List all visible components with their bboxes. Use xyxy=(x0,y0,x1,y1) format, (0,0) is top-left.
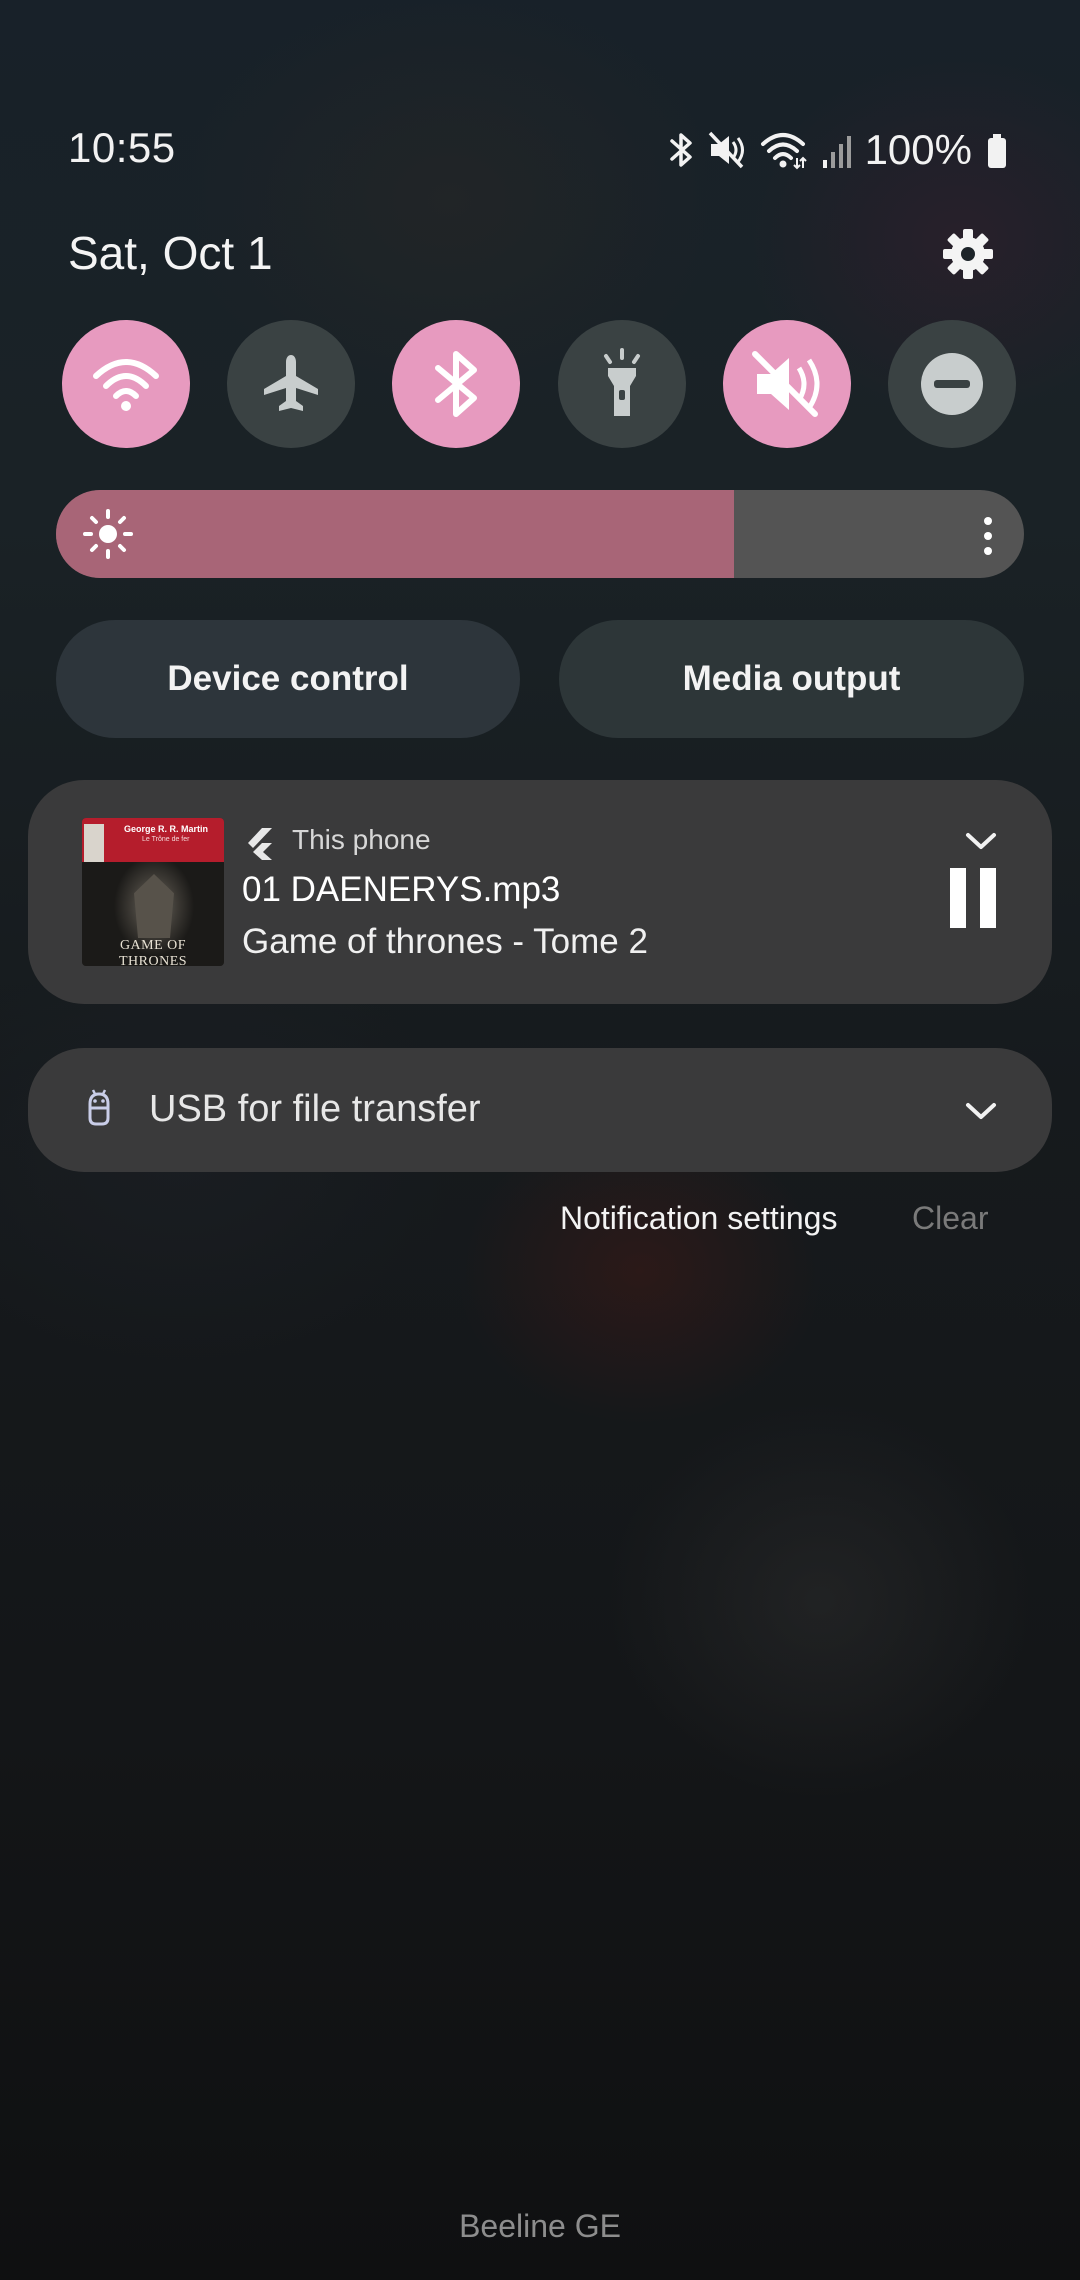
mute-icon xyxy=(751,351,820,417)
brightness-fill xyxy=(56,490,734,578)
airplane-icon xyxy=(264,355,319,411)
date: Sat, Oct 1 xyxy=(68,227,273,279)
media-artist: Game of thrones - Tome 2 xyxy=(242,922,648,961)
album-author: George R. R. Martin xyxy=(124,824,209,834)
flashlight-toggle[interactable] xyxy=(557,320,686,448)
media-title: 01 DAENERYS.mp3 xyxy=(242,870,561,909)
airplane-mode-toggle[interactable] xyxy=(227,320,356,448)
device-control-button[interactable]: Device control xyxy=(56,620,520,738)
settings-button[interactable] xyxy=(936,222,1000,286)
chevron-down-icon[interactable] xyxy=(962,826,1000,856)
sun-icon xyxy=(83,509,133,559)
more-options-icon[interactable] xyxy=(982,516,994,556)
media-notification[interactable]: George R. R. Martin Le Trône de fer GAME… xyxy=(28,780,1052,1004)
battery-icon xyxy=(988,134,1006,168)
usb-notification-text: USB for file transfer xyxy=(149,1088,481,1130)
bluetooth-toggle[interactable] xyxy=(392,320,521,448)
pause-icon xyxy=(950,868,966,928)
notification-settings-button[interactable]: Notification settings xyxy=(560,1200,837,1237)
flashlight-icon xyxy=(603,348,640,416)
signal-icon xyxy=(822,136,851,168)
do-not-disturb-toggle[interactable] xyxy=(887,320,1016,448)
wifi-toggle[interactable] xyxy=(62,320,190,448)
quick-toggles xyxy=(62,320,1016,448)
album-art: George R. R. Martin Le Trône de fer GAME… xyxy=(82,818,224,966)
usb-notification[interactable]: USB for file transfer xyxy=(28,1048,1052,1172)
album-title: GAME OF THRONES xyxy=(118,938,188,966)
android-system-icon xyxy=(88,1089,110,1126)
app-icon xyxy=(248,828,272,860)
status-time: 10:55 xyxy=(68,124,176,171)
pause-button[interactable] xyxy=(950,868,1006,932)
status-icons: 100% xyxy=(669,122,1008,178)
mute-icon xyxy=(708,131,744,169)
clear-button[interactable]: Clear xyxy=(912,1200,988,1237)
do-not-disturb-icon xyxy=(920,353,983,415)
bluetooth-icon xyxy=(435,351,478,417)
pause-icon xyxy=(980,868,996,928)
media-source: This phone xyxy=(292,824,431,855)
media-output-button[interactable]: Media output xyxy=(559,620,1024,738)
wifi-icon xyxy=(760,133,807,170)
bluetooth-icon xyxy=(669,133,692,167)
battery-percent: 100% xyxy=(864,126,972,173)
gear-icon xyxy=(943,229,993,279)
wifi-icon xyxy=(93,359,159,411)
album-subtitle: Le Trône de fer xyxy=(142,836,190,843)
carrier-name: Beeline GE xyxy=(459,2208,621,2244)
chevron-down-icon[interactable] xyxy=(962,1096,1000,1126)
mute-toggle[interactable] xyxy=(722,320,851,448)
brightness-slider[interactable] xyxy=(56,490,1024,578)
